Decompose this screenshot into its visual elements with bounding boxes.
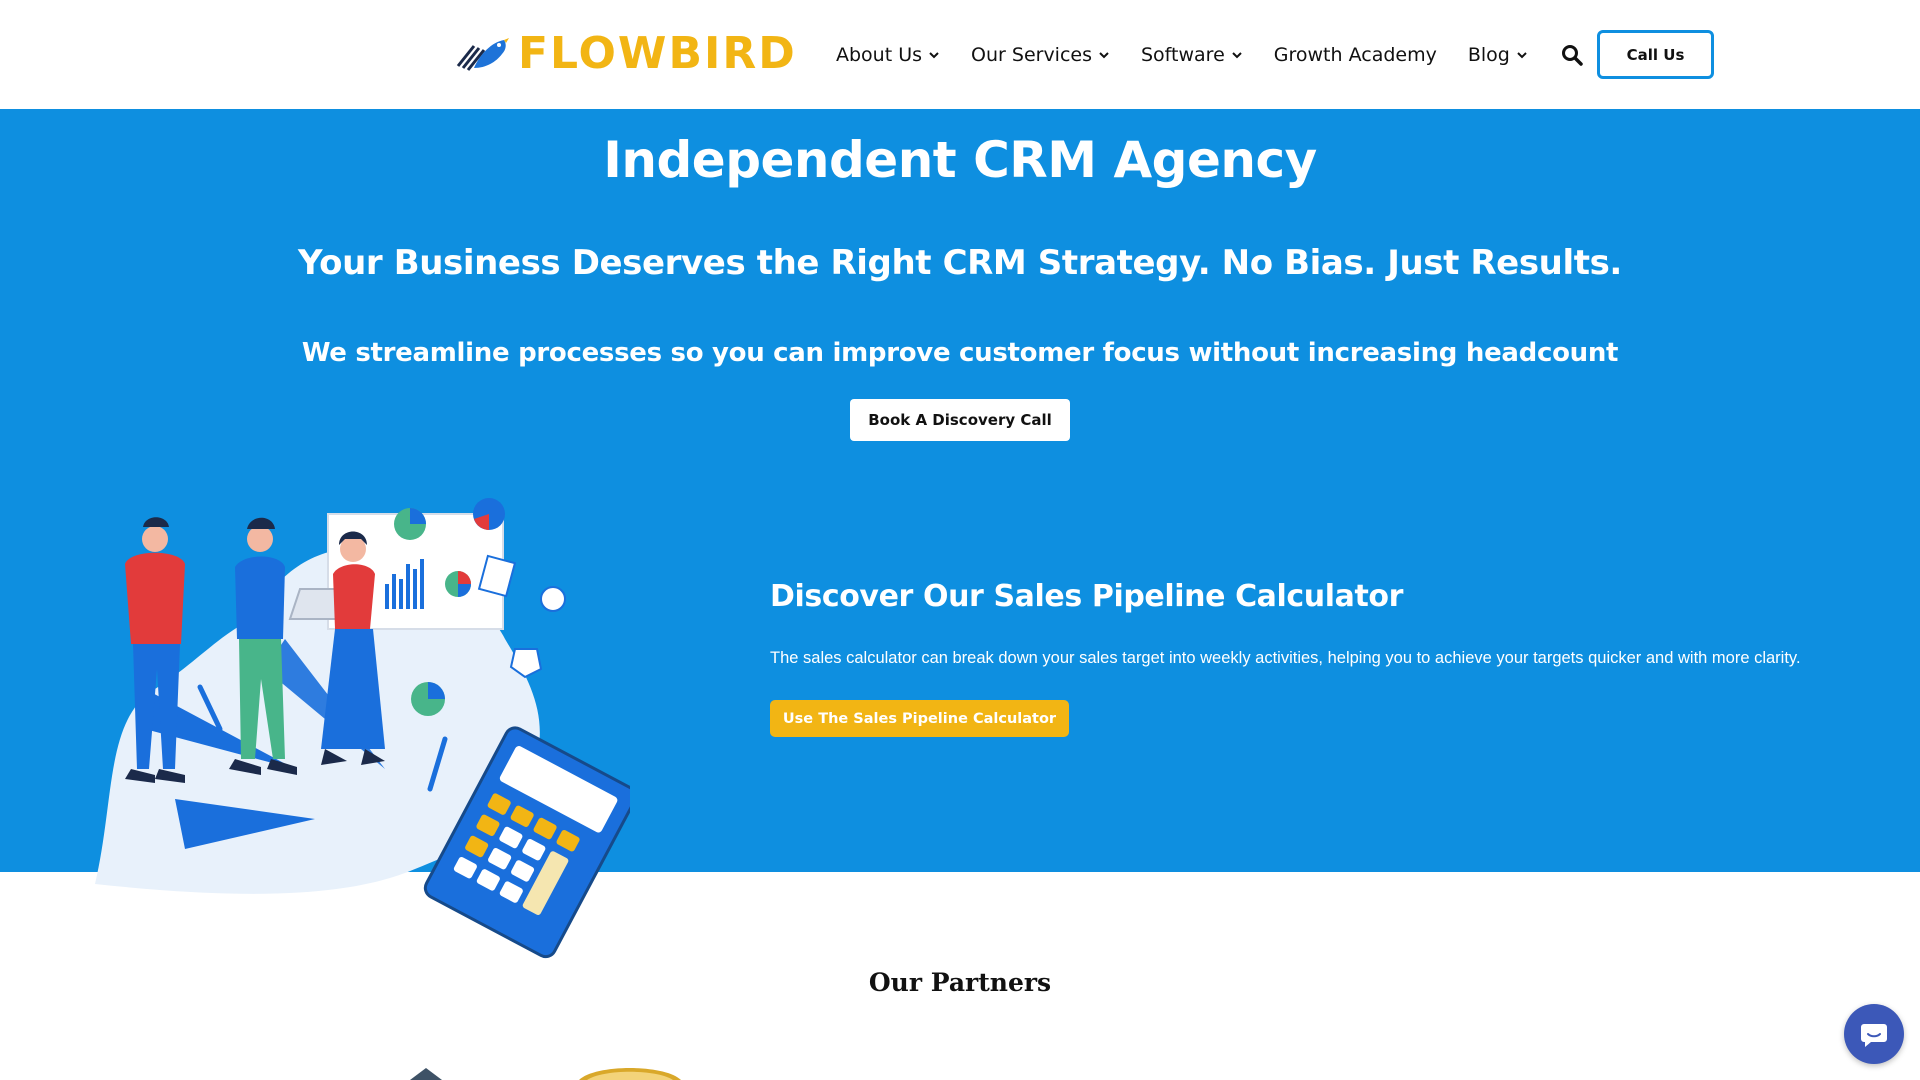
chevron-down-icon: [1232, 52, 1242, 59]
nav-item-software[interactable]: Software: [1141, 44, 1243, 66]
calculator-title: Discover Our Sales Pipeline Calculator: [770, 579, 1404, 614]
partners-title: Our Partners: [868, 968, 1052, 997]
brand-name: FLOWBIRD: [518, 28, 797, 79]
hero-subtitle: Your Business Deserves the Right CRM Str…: [298, 243, 1622, 283]
nav-item-label: Software: [1141, 44, 1225, 66]
bird-logo-icon: [456, 38, 509, 71]
chat-widget-button[interactable]: [1844, 1004, 1904, 1064]
partner-logo[interactable]: [400, 1066, 452, 1080]
hero-section: Independent CRM Agency Your Business Des…: [0, 109, 1920, 959]
nav-item-growth-academy[interactable]: Growth Academy: [1274, 44, 1437, 66]
nav-item-label: Our Services: [971, 44, 1092, 66]
partner-logo[interactable]: [575, 1064, 685, 1080]
calculator-description: The sales calculator can break down your…: [770, 649, 1801, 667]
nav-item-our-services[interactable]: Our Services: [971, 44, 1110, 66]
site-header: FLOWBIRD About Us Our Services Software …: [0, 0, 1920, 109]
hero-title: Independent CRM Agency: [603, 131, 1317, 189]
main-nav: About Us Our Services Software Growth Ac…: [836, 38, 1623, 72]
chevron-down-icon: [1099, 52, 1109, 59]
hero-tagline: We streamline processes so you can impro…: [301, 338, 1619, 368]
chevron-down-icon: [929, 52, 939, 59]
call-us-button[interactable]: Call Us: [1597, 30, 1714, 79]
team-calculator-illustration: [95, 498, 630, 959]
nav-item-label: About Us: [836, 44, 923, 66]
nav-item-label: Growth Academy: [1273, 44, 1437, 66]
nav-item-blog[interactable]: Blog: [1468, 44, 1528, 66]
search-icon[interactable]: [1561, 44, 1583, 66]
brand-logo[interactable]: FLOWBIRD: [452, 30, 797, 78]
nav-item-about-us[interactable]: About Us: [836, 44, 940, 66]
nav-item-label: Blog: [1467, 44, 1510, 66]
book-discovery-call-button[interactable]: Book A Discovery Call: [850, 399, 1070, 441]
sales-pipeline-calculator-button[interactable]: Use The Sales Pipeline Calculator: [770, 700, 1069, 737]
chat-bubble-icon: [1861, 1024, 1887, 1047]
chevron-down-icon: [1517, 52, 1527, 59]
